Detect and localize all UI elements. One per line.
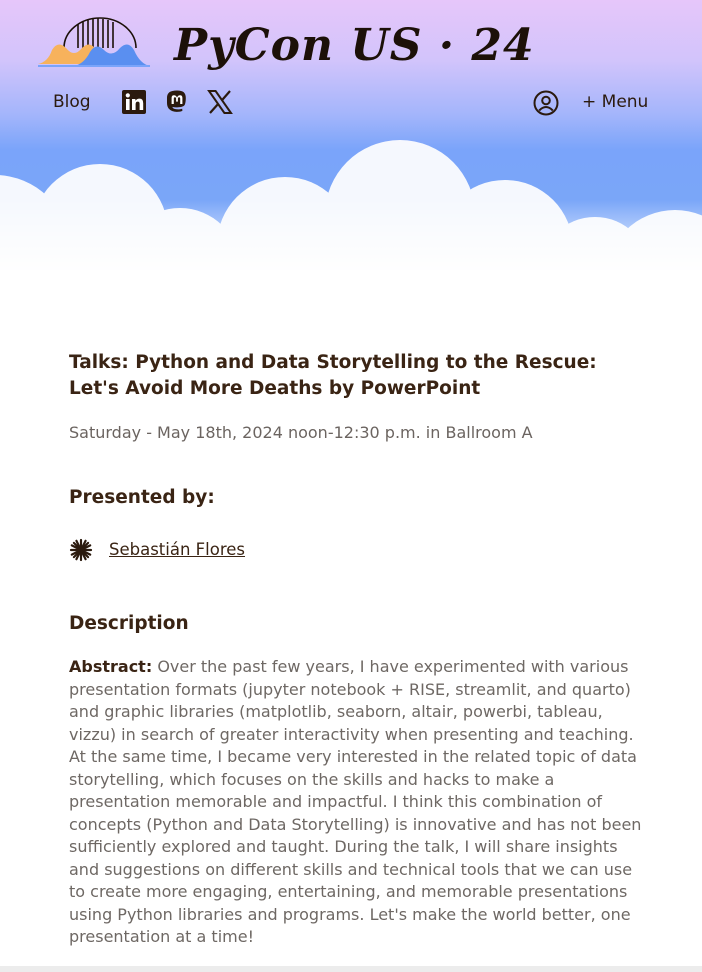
presented-by-heading: Presented by: (69, 487, 215, 508)
linkedin-icon[interactable] (121, 89, 147, 115)
talk-schedule: Saturday - May 18th, 2024 noon-12:30 p.m… (69, 423, 533, 442)
pycon-wordmark: PyCon US · 24 (174, 20, 535, 71)
menu-button[interactable]: + Menu (582, 91, 648, 113)
abstract-paragraph: Abstract: Over the past few years, I hav… (69, 656, 644, 949)
speaker-link[interactable]: Sebastián Flores (109, 539, 245, 561)
user-circle-icon[interactable] (533, 90, 559, 116)
pycon-logo[interactable] (34, 14, 154, 72)
description-heading: Description (69, 613, 189, 634)
bottom-edge (0, 966, 702, 972)
speaker-row: Sebastián Flores (69, 538, 644, 562)
talk-content: Talks: Python and Data Storytelling to t… (69, 350, 644, 949)
abstract-text: Over the past few years, I have experime… (69, 657, 642, 946)
hero-header: PyCon US · 24 Blog + Menu (0, 0, 702, 290)
sparkle-icon (69, 538, 93, 562)
mastodon-icon[interactable] (164, 89, 190, 115)
x-icon[interactable] (207, 89, 233, 115)
abstract-label: Abstract: (69, 657, 153, 676)
nav-blog-link[interactable]: Blog (53, 91, 91, 113)
page-title: Talks: Python and Data Storytelling to t… (69, 352, 597, 399)
